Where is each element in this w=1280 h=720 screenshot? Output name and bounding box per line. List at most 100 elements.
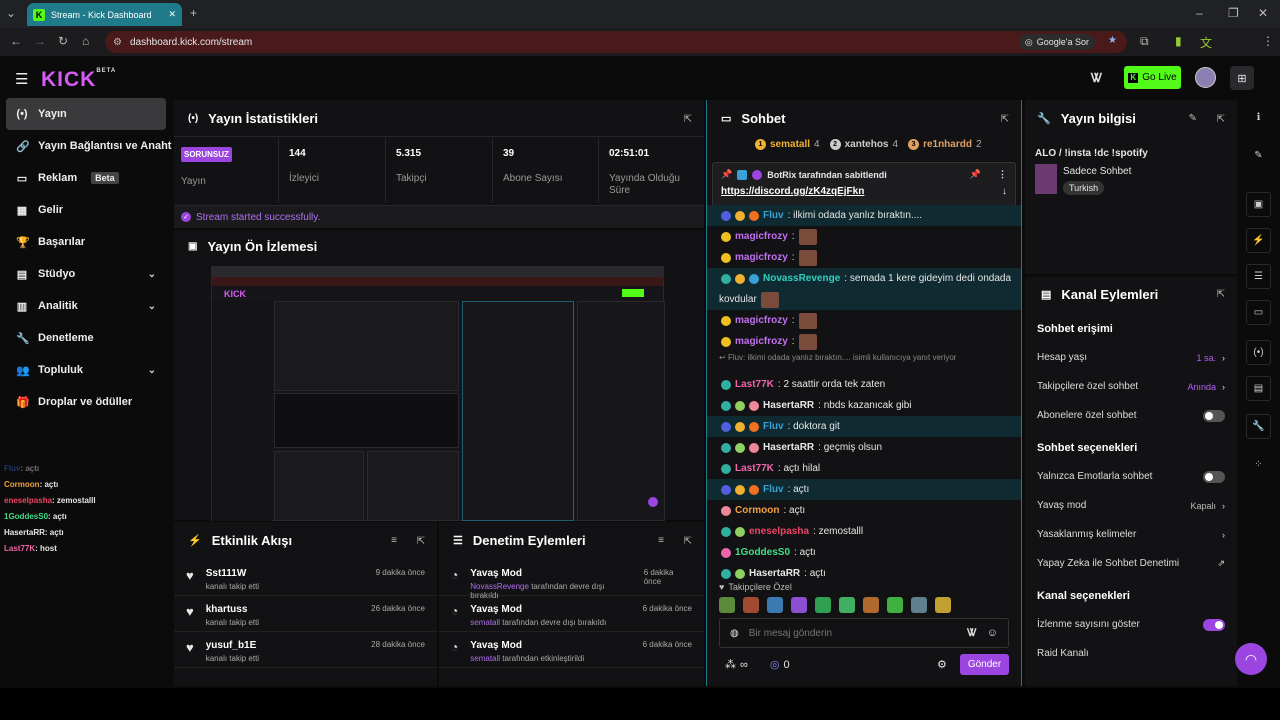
- chat-icon[interactable]: ▭: [1246, 300, 1271, 325]
- subs-chat-toggle[interactable]: [1203, 409, 1225, 422]
- google-ask-button[interactable]: ◎ Google'a Sor: [1018, 34, 1095, 50]
- expand-icon[interactable]: ↓: [1002, 186, 1007, 197]
- emote-button[interactable]: [839, 597, 855, 613]
- chevron-down-icon[interactable]: ⌄: [148, 269, 156, 280]
- sidebar-item-6[interactable]: ▥ Analitik ⌄: [0, 290, 172, 322]
- bookmark-star-icon[interactable]: ★: [1108, 35, 1117, 46]
- sidebar-item-1[interactable]: 🔗 Yayın Bağlantısı ve Anahtarı: [0, 130, 172, 162]
- sidebar-item-2[interactable]: ▭ Reklam Beta: [0, 162, 172, 194]
- pinned-link[interactable]: https://discord.gg/zK4zqEjFkn: [721, 186, 864, 197]
- sidebar-item-0[interactable]: (•) Yayın: [6, 98, 166, 130]
- top-chatter[interactable]: 2 xantehos 4: [829, 139, 898, 150]
- chat-message[interactable]: HasertaRR: açtı: [707, 563, 1021, 584]
- chat-message[interactable]: kovdular: [707, 289, 1021, 310]
- address-bar[interactable]: ⚙ dashboard.kick.com/stream ◎ Google'a So…: [105, 31, 1127, 53]
- add-widget-icon[interactable]: ⁘: [1246, 452, 1271, 477]
- extensions-icon[interactable]: ⧉: [1140, 34, 1149, 49]
- emote-button[interactable]: [815, 597, 831, 613]
- go-live-button[interactable]: K Go Live: [1124, 66, 1181, 89]
- banned-words-row[interactable]: Yasaklanmış kelimeler ›: [1025, 520, 1237, 549]
- chat-message[interactable]: 1GoddesS0: açtı: [707, 542, 1021, 563]
- send-button[interactable]: Gönder: [960, 654, 1009, 675]
- chat-message[interactable]: Fluv: açtı: [707, 479, 1021, 500]
- translate-tool-icon[interactable]: Ꮤ: [967, 628, 977, 639]
- chat-username[interactable]: Fluv: [763, 210, 784, 221]
- chat-username[interactable]: magicfrozy: [735, 336, 788, 347]
- emote-button[interactable]: [767, 597, 783, 613]
- wrench-icon[interactable]: 🔧: [1246, 414, 1271, 439]
- chat-message[interactable]: Fluv: doktora git: [707, 416, 1021, 437]
- chat-message[interactable]: magicfrozy:: [707, 331, 1021, 352]
- filter-icon[interactable]: ≡: [391, 535, 397, 546]
- emoji-icon[interactable]: ☺: [987, 627, 998, 639]
- moderation-item[interactable]: ◔ Yavaş Mod sematall tarafından devre dışı…: [439, 596, 704, 632]
- forward-icon[interactable]: →: [34, 34, 46, 48]
- chat-username[interactable]: Cormoon: [735, 505, 779, 516]
- chat-username[interactable]: Last77K: [735, 379, 774, 390]
- chat-username[interactable]: HasertaRR: [763, 442, 814, 453]
- chevron-down-icon[interactable]: ⌄: [148, 301, 156, 312]
- emote-button[interactable]: [719, 597, 735, 613]
- chat-message[interactable]: magicfrozy:: [707, 247, 1021, 268]
- emote-button[interactable]: [911, 597, 927, 613]
- stats-widget-icon[interactable]: ▣: [1246, 192, 1271, 217]
- hamburger-menu-icon[interactable]: ☰: [15, 70, 28, 88]
- chat-username[interactable]: magicfrozy: [735, 231, 788, 242]
- list-icon[interactable]: ☰: [1246, 264, 1271, 289]
- user-avatar[interactable]: [1195, 67, 1216, 88]
- activity-item[interactable]: ♥ yusuf_b1E kanalı takip etti 28 dakika önc…: [174, 632, 437, 668]
- sidebar-item-9[interactable]: 🎁 Droplar ve ödüller: [0, 386, 172, 418]
- chat-settings-icon[interactable]: ⚙: [937, 658, 947, 671]
- chat-message[interactable]: magicfrozy:: [707, 226, 1021, 247]
- chat-username[interactable]: HasertaRR: [749, 568, 800, 579]
- unpin-icon[interactable]: 📌: [970, 169, 981, 180]
- minimize-icon[interactable]: –: [1196, 6, 1203, 20]
- sidebar-item-7[interactable]: 🔧 Denetleme: [0, 322, 172, 354]
- edit-icon[interactable]: ✎: [1246, 143, 1271, 168]
- new-tab-icon[interactable]: +: [190, 6, 197, 20]
- moderation-item[interactable]: ◔ Yavaş Mod NovassRevenge tarafından devre…: [439, 560, 704, 600]
- battery-icon[interactable]: ▮: [1175, 34, 1182, 48]
- chat-message[interactable]: HasertaRR: nbds kazanıcak gibi: [707, 395, 1021, 416]
- chat-message[interactable]: eneselpasha: zemostalll: [707, 521, 1021, 542]
- menu-dots-icon[interactable]: ⋮: [1262, 34, 1274, 48]
- browser-tab[interactable]: K Stream - Kick Dashboard ✕: [27, 3, 182, 26]
- chat-username[interactable]: HasertaRR: [763, 400, 814, 411]
- chat-message[interactable]: magicfrozy:: [707, 310, 1021, 331]
- translate-tool-icon[interactable]: Ꮤ: [1091, 71, 1102, 86]
- activity-item[interactable]: ♥ khartuss kanalı takip etti 26 dakika önce: [174, 596, 437, 632]
- broadcast-icon[interactable]: (•): [1246, 340, 1271, 365]
- popout-icon[interactable]: ⇱: [1217, 289, 1225, 300]
- moderation-item[interactable]: ◔ Yavaş Mod sematall tarafından etkinleşti…: [439, 632, 704, 668]
- back-icon[interactable]: ←: [10, 34, 22, 48]
- chat-message[interactable]: HasertaRR: geçmiş olsun: [707, 437, 1021, 458]
- sidebar-item-5[interactable]: ▤ Stüdyo ⌄: [0, 258, 172, 290]
- chat-message[interactable]: Fluv: ilkimi odada yanlız bıraktın....: [707, 205, 1021, 226]
- chat-username[interactable]: magicfrozy: [735, 252, 788, 263]
- translate-icon[interactable]: 文: [1200, 34, 1212, 51]
- close-icon[interactable]: ✕: [168, 9, 176, 20]
- chat-message[interactable]: Last77K: açtı hilal: [707, 458, 1021, 479]
- chat-username[interactable]: NovassRevenge: [763, 273, 840, 284]
- emote-button[interactable]: [863, 597, 879, 613]
- show-viewers-toggle[interactable]: [1203, 618, 1225, 631]
- activity-item[interactable]: ♥ Sst111W kanalı takip etti 9 dakika önce: [174, 560, 437, 596]
- popout-icon[interactable]: ⇱: [684, 114, 692, 125]
- sidebar-item-8[interactable]: 👥 Topluluk ⌄: [0, 354, 172, 386]
- channel-actions-icon[interactable]: ▤: [1246, 376, 1271, 401]
- restore-icon[interactable]: ❐: [1228, 6, 1239, 20]
- chat-username[interactable]: Fluv: [763, 484, 784, 495]
- sidebar-item-3[interactable]: ▦ Gelir: [0, 194, 172, 226]
- tab-list-icon[interactable]: ⌄: [6, 6, 16, 20]
- emote-button[interactable]: [887, 597, 903, 613]
- followers-chat-row[interactable]: Takipçilere özel sohbet Anında ›: [1025, 372, 1237, 401]
- chat-message[interactable]: Cormoon: açtı: [707, 500, 1021, 521]
- popout-icon[interactable]: ⇱: [1001, 114, 1009, 125]
- more-options-icon[interactable]: ⋮: [998, 169, 1007, 180]
- emote-button[interactable]: [935, 597, 951, 613]
- filter-icon[interactable]: ≡: [658, 535, 664, 546]
- sidebar-item-4[interactable]: 🏆 Başarılar: [0, 226, 172, 258]
- lightning-icon[interactable]: ⚡: [1246, 228, 1271, 253]
- chat-message[interactable]: NovassRevenge: semada 1 kere gideyim ded…: [707, 268, 1021, 289]
- edit-icon[interactable]: ✎: [1189, 113, 1197, 124]
